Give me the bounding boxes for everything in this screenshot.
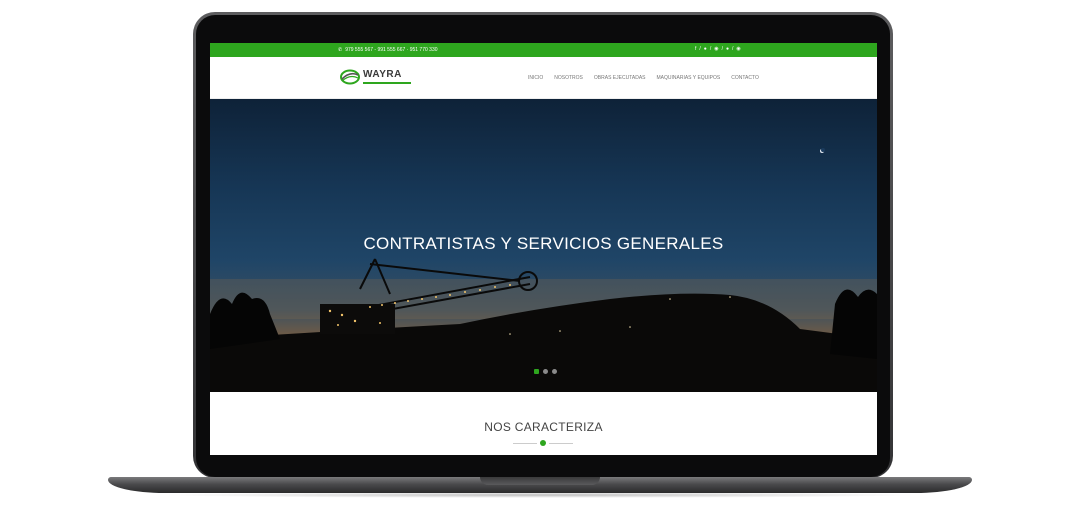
- logo-wordmark: WAYRA: [363, 69, 402, 80]
- facebook-icon[interactable]: f: [695, 46, 696, 52]
- divider-gear-icon: [540, 440, 546, 446]
- twitter-icon[interactable]: ●: [704, 46, 707, 52]
- nav-item-inicio[interactable]: INICIO: [528, 75, 543, 81]
- social-separator: /: [699, 46, 701, 52]
- social-links: f / ● / ◉ / ● / ◉: [695, 46, 741, 52]
- logo-swirl-icon: [340, 69, 360, 85]
- brand-logo[interactable]: WAYRA: [340, 67, 412, 87]
- logo-tagline-bar: [363, 82, 411, 84]
- section-title: NOS CARACTERIZA: [484, 420, 603, 434]
- phone-icon: ✆: [338, 47, 343, 53]
- nav-item-contacto[interactable]: CONTACTO: [731, 75, 759, 81]
- nav-item-obras-ejecutadas[interactable]: OBRAS EJECUTADAS: [594, 75, 646, 81]
- nav-item-nosotros[interactable]: NOSOTROS: [554, 75, 583, 81]
- social-separator: /: [732, 46, 734, 52]
- contact-phones: ✆ 979 555 567 - 991 555 667 · 951 770 33…: [338, 47, 438, 53]
- nav-item-maquinarias-y-equipos[interactable]: MAQUINARIAS Y EQUIPOS: [657, 75, 721, 81]
- nav-menu: INICIO NOSOTROS OBRAS EJECUTADAS MAQUINA…: [528, 75, 759, 81]
- top-bar: ✆ 979 555 567 - 991 555 667 · 951 770 33…: [210, 43, 877, 57]
- website-screen: ✆ 979 555 567 - 991 555 667 · 951 770 33…: [210, 43, 877, 455]
- social-separator: /: [721, 46, 723, 52]
- laptop-hinge-notch: [480, 477, 600, 485]
- email-icon[interactable]: ◉: [736, 46, 740, 52]
- slider-dot-1[interactable]: [534, 369, 539, 374]
- whatsapp-icon[interactable]: ●: [726, 46, 729, 52]
- features-section: NOS CARACTERIZA: [210, 392, 877, 455]
- hero-title: CONTRATISTAS Y SERVICIOS GENERALES: [363, 234, 724, 253]
- hero-slider: CONTRATISTAS Y SERVICIOS GENERALES: [210, 99, 877, 392]
- main-navbar: WAYRA INICIO NOSOTROS OBRAS EJECUTADAS M…: [210, 57, 877, 99]
- instagram-icon[interactable]: ◉: [714, 46, 718, 52]
- slider-dot-2[interactable]: [543, 369, 548, 374]
- phone-numbers: 979 555 567 - 991 555 667 · 951 770 330: [345, 47, 438, 53]
- social-separator: /: [709, 46, 712, 52]
- divider-line-left: [513, 443, 537, 444]
- logo-text: WAYRA: [363, 70, 411, 84]
- laptop-mockup: ✆ 979 555 567 - 991 555 667 · 951 770 33…: [0, 0, 1080, 518]
- slider-dots: [534, 369, 557, 374]
- divider-line-right: [549, 443, 573, 444]
- slider-dot-3[interactable]: [552, 369, 557, 374]
- section-divider: [513, 440, 573, 446]
